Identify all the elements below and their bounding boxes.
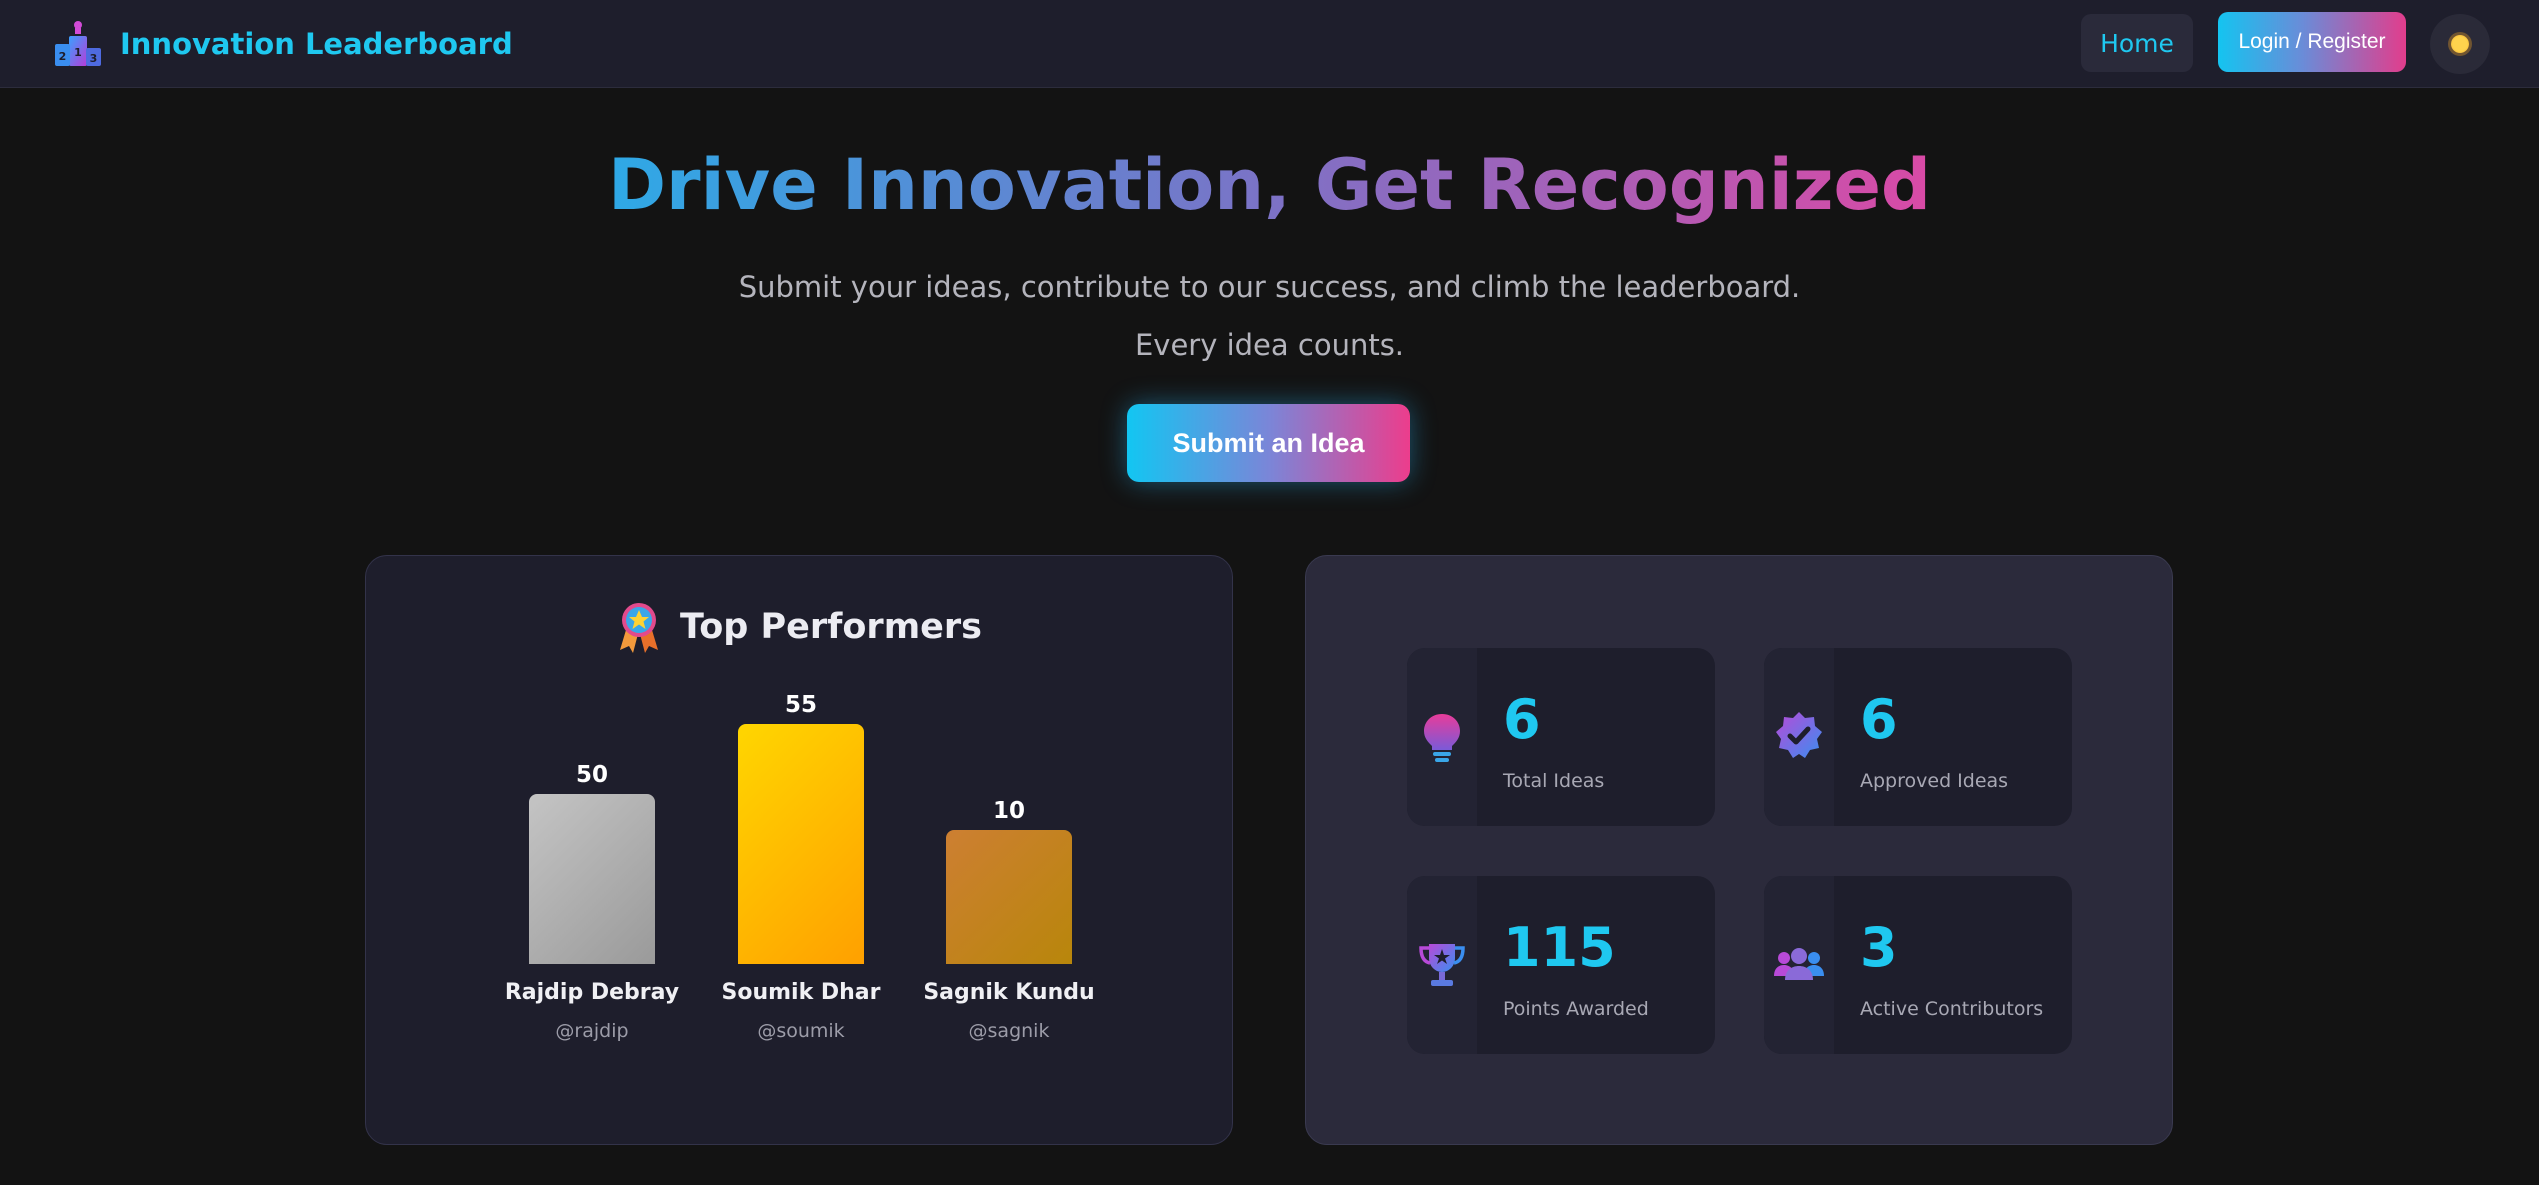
podium-bar (529, 794, 655, 964)
login-register-button[interactable]: Login / Register (2218, 12, 2406, 72)
stat-active-contributors: 3 Active Contributors (1764, 876, 2072, 1054)
hero-subtitle: Submit your ideas, contribute to our suc… (738, 270, 1801, 304)
stat-total-ideas: 6 Total Ideas (1407, 648, 1715, 826)
podium-name: Sagnik Kundu (923, 980, 1095, 1005)
podium-name: Rajdip Debray (504, 980, 680, 1005)
top-performers-card: Top Performers 50 Rajdip Debray @rajdip 55 S… (365, 555, 1233, 1145)
hero-title-text: Drive Innovation, Get Recognized (607, 144, 1932, 226)
podium-bar (946, 830, 1072, 964)
podium-handle: @rajdip (555, 1020, 629, 1042)
podium-bar (738, 724, 864, 964)
stat-points-awarded: 115 Points Awarded (1407, 876, 1715, 1054)
svg-text:1: 1 (74, 46, 82, 59)
users-icon (1774, 948, 1824, 980)
stat-label: Total Ideas (1503, 770, 1605, 792)
brand-logo-link[interactable]: 2 1 3 Innovation Leaderboard (52, 18, 513, 70)
verified-badge-icon (1776, 712, 1822, 758)
stat-icon-strip (1407, 876, 1477, 1054)
top-performers-chart: 50 Rajdip Debray @rajdip 55 Soumik Dhar @soum… (366, 556, 1234, 1146)
stat-label: Active Contributors (1860, 998, 2044, 1020)
stat-value: 3 (1860, 916, 1898, 979)
stat-label: Approved Ideas (1860, 770, 2009, 792)
podium-name: Soumik Dhar (721, 980, 881, 1005)
svg-text:3: 3 (90, 52, 98, 65)
submit-idea-button[interactable]: Submit an Idea (1127, 404, 1410, 482)
podium-points: 50 (575, 762, 608, 788)
podium-handle: @sagnik (968, 1020, 1050, 1042)
stat-icon-strip (1407, 648, 1477, 826)
stat-label: Points Awarded (1503, 998, 1649, 1020)
stat-icon-strip (1764, 876, 1834, 1054)
stat-value: 115 (1503, 916, 1616, 979)
trophy-icon (1419, 944, 1465, 986)
podium-points: 55 (784, 692, 817, 718)
hero-title: Drive Innovation, Get Recognized (0, 140, 2539, 230)
svg-text:2: 2 (59, 50, 67, 63)
nav-home-link[interactable]: Home (2081, 14, 2193, 72)
stat-value: 6 (1503, 688, 1541, 751)
podium-handle: @soumik (757, 1020, 845, 1042)
navbar: 2 1 3 Innovation Leaderboard Home Login … (0, 0, 2539, 88)
lightbulb-icon (1424, 714, 1460, 762)
podium-points: 10 (992, 798, 1025, 824)
stat-value: 6 (1860, 688, 1898, 751)
brand-title: Innovation Leaderboard (120, 27, 513, 61)
hero-tagline: Every idea counts. (1134, 328, 1405, 362)
podium-icon: 2 1 3 (55, 21, 101, 66)
stats-card: 6 Total Ideas 6 Approved Ideas 115 Point… (1305, 555, 2173, 1145)
theme-toggle-button[interactable] (2430, 14, 2490, 74)
stat-icon-strip (1764, 648, 1834, 826)
sun-icon (2451, 35, 2469, 53)
stat-approved-ideas: 6 Approved Ideas (1764, 648, 2072, 826)
